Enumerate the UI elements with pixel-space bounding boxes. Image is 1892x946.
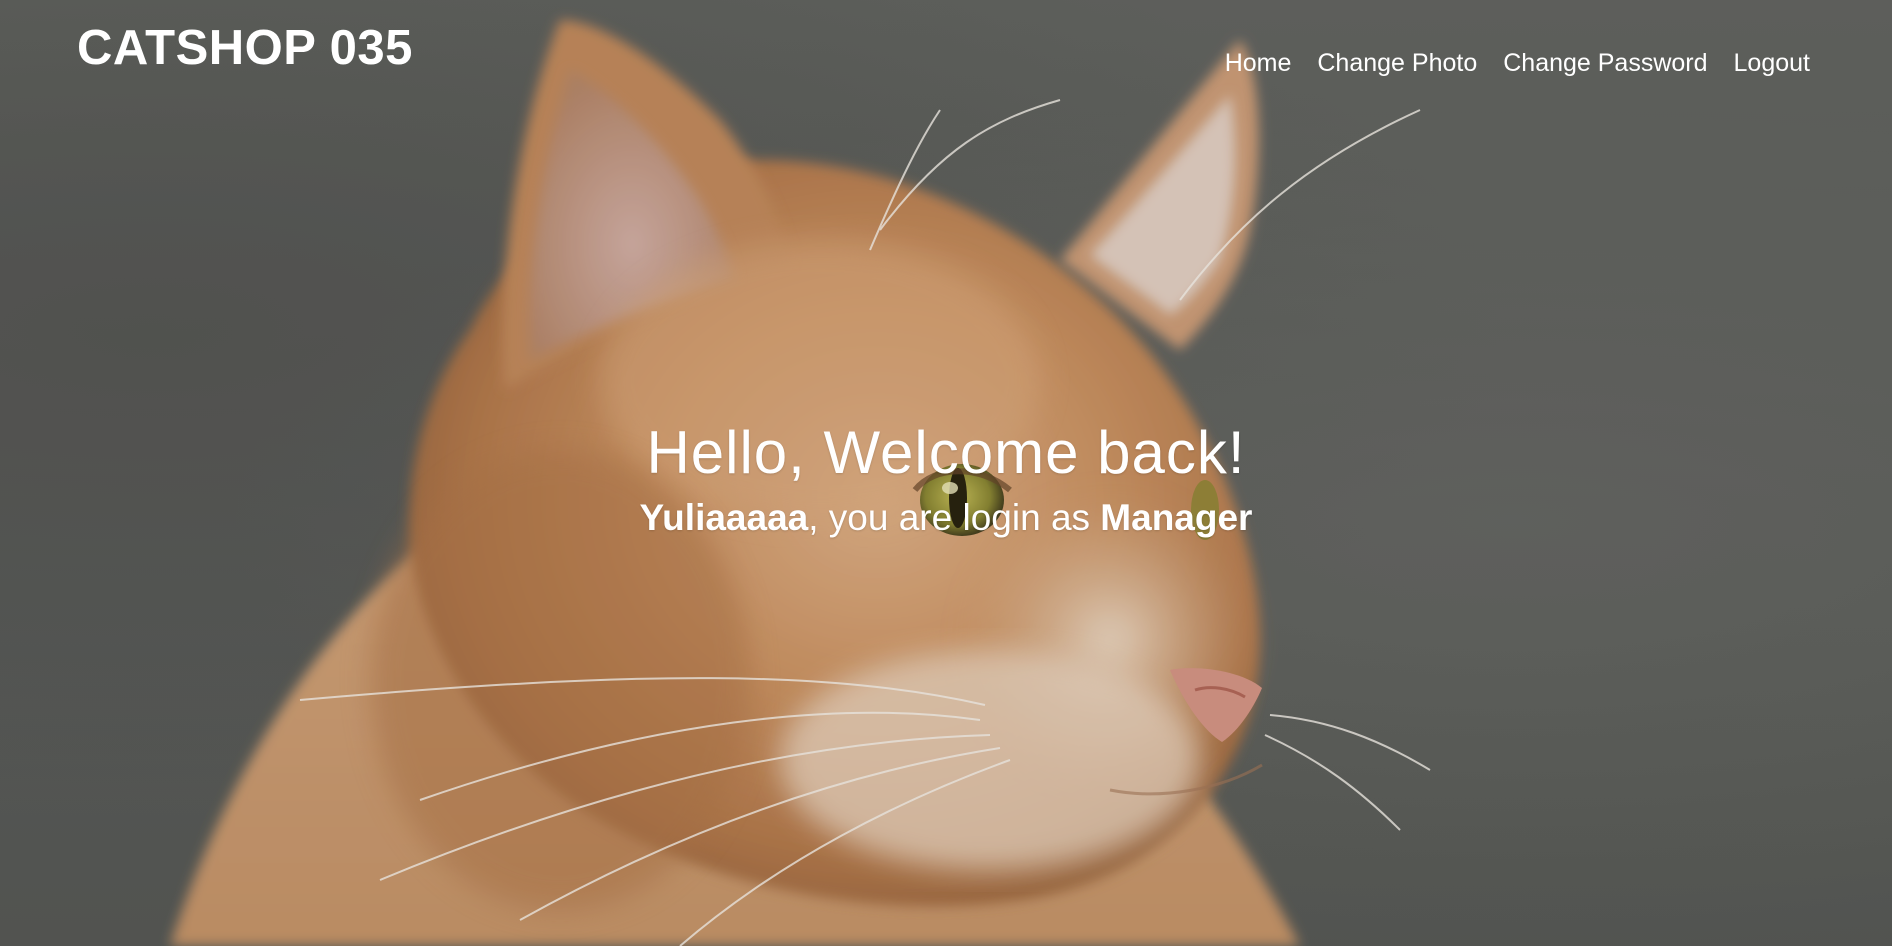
welcome-page: CATSHOP 035 Home Change Photo Change Pas… (0, 0, 1892, 946)
navbar: CATSHOP 035 Home Change Photo Change Pas… (0, 0, 1892, 110)
welcome-section: Hello, Welcome back! Yuliaaaaa, you are … (0, 417, 1892, 541)
welcome-subtitle: Yuliaaaaa, you are login as Manager (0, 495, 1892, 541)
welcome-title: Hello, Welcome back! (646, 419, 1246, 486)
nav-link-change-photo[interactable]: Change Photo (1317, 48, 1477, 78)
nav-link-logout[interactable]: Logout (1734, 48, 1810, 78)
nav-menu: Home Change Photo Change Password Logout (1225, 48, 1810, 78)
user-role: Manager (1100, 497, 1253, 538)
brand-logo[interactable]: CATSHOP 035 (77, 21, 413, 76)
login-as-text: , you are login as (808, 497, 1101, 538)
username: Yuliaaaaa (639, 497, 809, 538)
nav-link-home[interactable]: Home (1225, 48, 1292, 78)
nav-link-change-password[interactable]: Change Password (1503, 48, 1707, 78)
